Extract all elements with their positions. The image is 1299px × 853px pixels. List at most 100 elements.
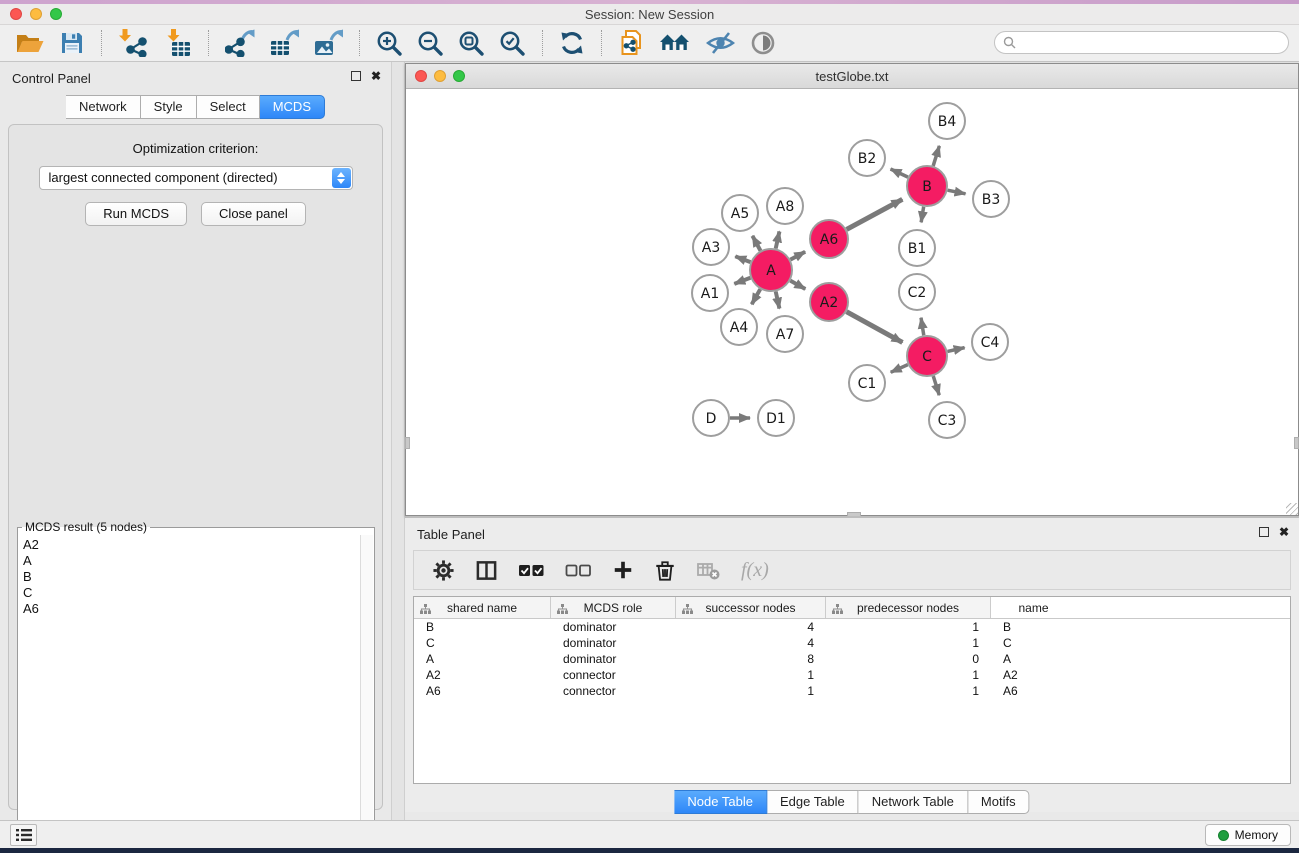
mcds-result-item[interactable]: B: [23, 569, 356, 585]
cell-mcds-role[interactable]: connector: [551, 667, 676, 683]
cell-successor-nodes[interactable]: 4: [676, 619, 826, 635]
right-collapse-grip[interactable]: [1294, 437, 1299, 449]
graph-edge-A-A5[interactable]: [752, 236, 760, 251]
graph-edge-A6-B[interactable]: [847, 199, 903, 229]
mcds-result-item[interactable]: A: [23, 553, 356, 569]
delete-table-button[interactable]: [690, 556, 727, 584]
hide-graphics-details-button[interactable]: [700, 28, 741, 58]
export-image-button[interactable]: [308, 27, 348, 59]
cell-name[interactable]: C: [991, 635, 1076, 651]
search-input[interactable]: [994, 31, 1289, 54]
deselect-all-columns-button[interactable]: [559, 556, 598, 584]
cell-successor-nodes[interactable]: 1: [676, 667, 826, 683]
mcds-result-item[interactable]: A6: [23, 601, 356, 617]
cell-successor-nodes[interactable]: 8: [676, 651, 826, 667]
result-scrollbar[interactable]: [360, 535, 373, 853]
cell-predecessor-nodes[interactable]: 1: [826, 667, 991, 683]
graph-edge-A-A4[interactable]: [752, 289, 761, 304]
table-row[interactable]: A dominator 8 0 A: [414, 651, 1290, 667]
zoom-selected-button[interactable]: [494, 28, 531, 59]
cell-predecessor-nodes[interactable]: 1: [826, 635, 991, 651]
cell-predecessor-nodes[interactable]: 1: [826, 619, 991, 635]
graph-edge-A-A3[interactable]: [735, 256, 750, 262]
table-column-header[interactable]: predecessor nodes: [826, 597, 991, 618]
mcds-result-item[interactable]: C: [23, 585, 356, 601]
cell-successor-nodes[interactable]: 1: [676, 683, 826, 699]
home-button[interactable]: [654, 28, 696, 58]
table-column-header[interactable]: MCDS role: [551, 597, 676, 618]
close-panel-icon[interactable]: ✖: [371, 71, 381, 81]
cell-name[interactable]: A6: [991, 683, 1076, 699]
mcds-result-item[interactable]: A2: [23, 537, 356, 553]
import-network-button[interactable]: [113, 27, 153, 59]
graph-edge-C-C4[interactable]: [947, 348, 964, 352]
zoom-fit-button[interactable]: [453, 28, 490, 59]
float-table-panel-icon[interactable]: [1259, 527, 1269, 537]
cell-mcds-role[interactable]: connector: [551, 683, 676, 699]
vertical-splitter[interactable]: [391, 62, 405, 820]
zoom-out-button[interactable]: [412, 28, 449, 59]
refresh-button[interactable]: [554, 28, 590, 58]
cell-shared-name[interactable]: A: [414, 651, 551, 667]
table-column-header[interactable]: name: [991, 597, 1076, 618]
table-row[interactable]: C dominator 4 1 C: [414, 635, 1290, 651]
cell-predecessor-nodes[interactable]: 0: [826, 651, 991, 667]
control-panel-tab[interactable]: Select: [197, 95, 260, 119]
close-panel-button[interactable]: Close panel: [201, 202, 306, 226]
cell-mcds-role[interactable]: dominator: [551, 651, 676, 667]
export-table-button[interactable]: [264, 27, 304, 59]
create-column-button[interactable]: [606, 556, 640, 584]
delete-column-button[interactable]: [648, 556, 682, 585]
cell-shared-name[interactable]: A6: [414, 683, 551, 699]
graph-edge-C-C1[interactable]: [891, 365, 908, 373]
save-session-button[interactable]: [54, 28, 90, 58]
cell-name[interactable]: A: [991, 651, 1076, 667]
open-session-button[interactable]: [10, 28, 50, 58]
control-panel-tab[interactable]: Network: [66, 95, 141, 119]
task-history-button[interactable]: [10, 824, 37, 846]
cell-predecessor-nodes[interactable]: 1: [826, 683, 991, 699]
select-all-columns-button[interactable]: [512, 556, 551, 584]
close-table-panel-icon[interactable]: ✖: [1279, 527, 1289, 537]
table-settings-button[interactable]: [426, 556, 461, 585]
table-tab[interactable]: Motifs: [968, 790, 1030, 814]
table-tab[interactable]: Node Table: [674, 790, 767, 814]
graph-edge-A-A6[interactable]: [790, 252, 805, 260]
control-panel-tab[interactable]: Style: [141, 95, 197, 119]
table-row[interactable]: B dominator 4 1 B: [414, 619, 1290, 635]
import-table-button[interactable]: [157, 27, 197, 59]
cell-shared-name[interactable]: A2: [414, 667, 551, 683]
graph-edge-C-C3[interactable]: [933, 376, 939, 395]
cell-shared-name[interactable]: C: [414, 635, 551, 651]
graph-edge-A-A1[interactable]: [734, 278, 750, 284]
table-column-header[interactable]: shared name: [414, 597, 551, 618]
graph-edge-B-B1[interactable]: [921, 207, 924, 223]
graph-edge-B-B2[interactable]: [891, 169, 908, 177]
graph-edge-B-B4[interactable]: [933, 146, 939, 166]
graph-edge-C-C2[interactable]: [921, 318, 924, 336]
cell-successor-nodes[interactable]: 4: [676, 635, 826, 651]
show-columns-button[interactable]: [469, 556, 504, 585]
function-builder-button[interactable]: f(x): [735, 556, 775, 585]
table-tab[interactable]: Network Table: [859, 790, 968, 814]
copy-view-button[interactable]: [613, 27, 650, 59]
table-row[interactable]: A6 connector 1 1 A6: [414, 683, 1290, 699]
graph-edge-A-A2[interactable]: [790, 281, 805, 289]
table-row[interactable]: A2 connector 1 1 A2: [414, 667, 1290, 683]
memory-button[interactable]: Memory: [1205, 824, 1291, 846]
cell-name[interactable]: A2: [991, 667, 1076, 683]
network-canvas[interactable]: AA1A2A3A4A5A6A7A8BB1B2B3B4CC1C2C3C4DD1: [406, 89, 1298, 515]
criterion-select[interactable]: largest connected component (directed): [39, 166, 353, 190]
zoom-in-button[interactable]: [371, 28, 408, 59]
export-network-button[interactable]: [220, 27, 260, 59]
left-collapse-grip[interactable]: [405, 437, 410, 449]
run-mcds-button[interactable]: Run MCDS: [85, 202, 187, 226]
cell-mcds-role[interactable]: dominator: [551, 619, 676, 635]
graph-edge-A2-C[interactable]: [847, 312, 903, 343]
graph-edge-B-B3[interactable]: [948, 190, 966, 194]
float-panel-icon[interactable]: [351, 71, 361, 81]
table-column-header[interactable]: successor nodes: [676, 597, 826, 618]
graph-edge-A-A7[interactable]: [776, 291, 780, 308]
mcds-result-list[interactable]: A2 A B C A6: [19, 535, 360, 853]
network-graph[interactable]: AA1A2A3A4A5A6A7A8BB1B2B3B4CC1C2C3C4DD1: [406, 89, 1298, 515]
